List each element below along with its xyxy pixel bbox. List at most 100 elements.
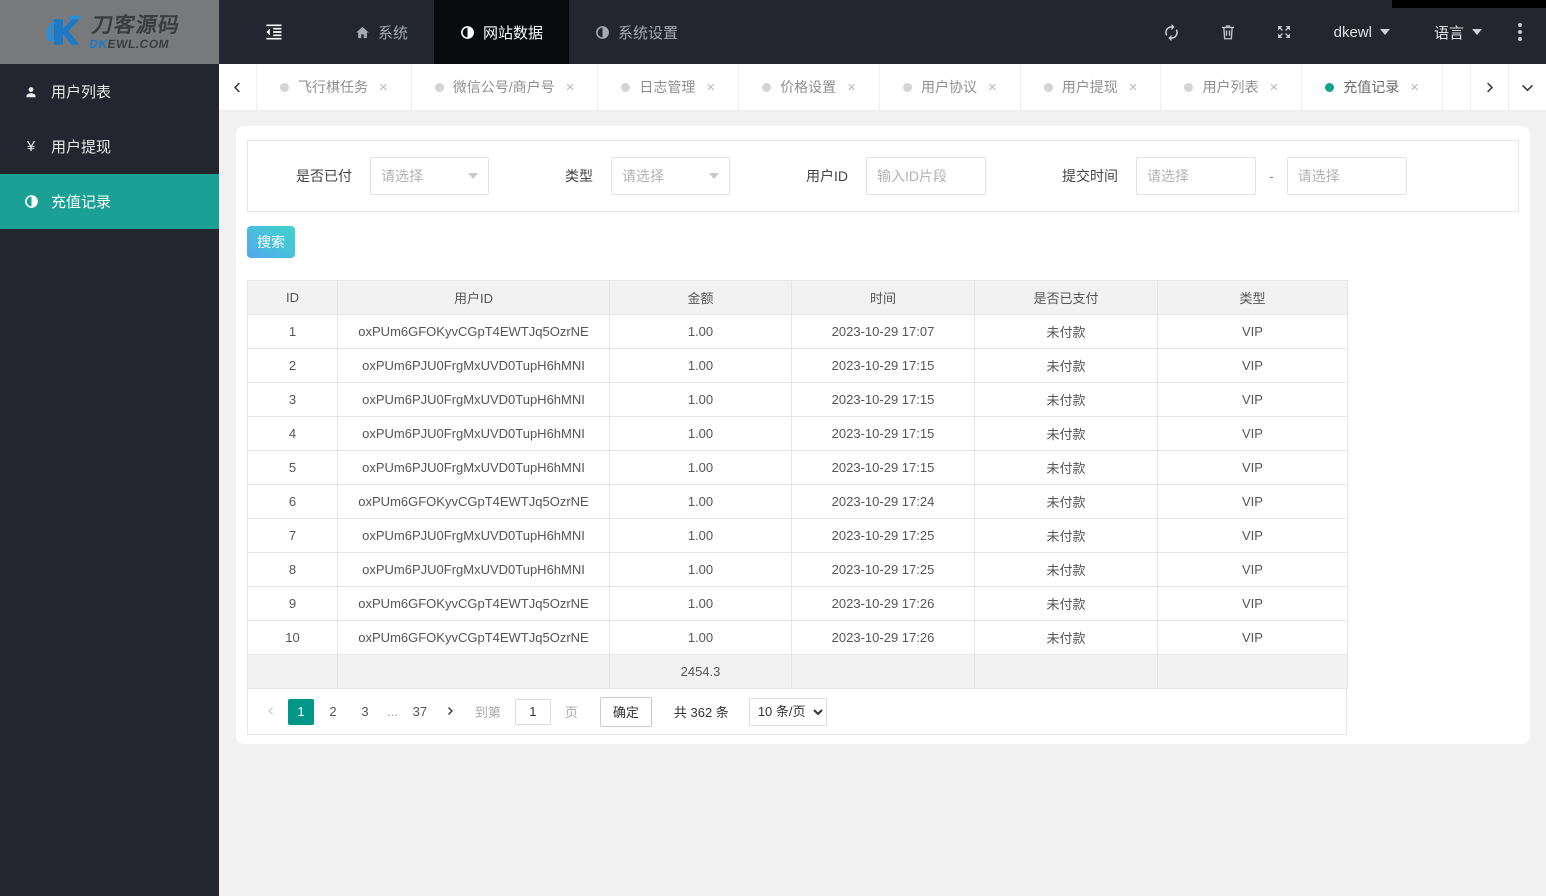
page-number-2[interactable]: 2	[320, 699, 346, 725]
more-options-icon[interactable]	[1504, 23, 1532, 41]
tab-日志管理[interactable]: 日志管理 ×	[598, 64, 740, 110]
sidebar-item-label: 用户提现	[51, 139, 112, 156]
userid-filter-input[interactable]	[866, 157, 986, 195]
table-cell: 未付款	[974, 314, 1158, 349]
tab-close-icon[interactable]: ×	[1269, 79, 1278, 96]
table-cell: VIP	[1157, 552, 1348, 587]
tab-用户协议[interactable]: 用户协议 ×	[880, 64, 1021, 110]
time-from-input[interactable]	[1136, 157, 1256, 195]
chevron-down-icon	[1379, 29, 1390, 35]
tab-label: 用户协议	[920, 79, 977, 95]
filter-type-group: 类型 请选择	[565, 157, 730, 195]
tab-label: 充值记录	[1343, 79, 1400, 95]
nav-item-system[interactable]: 系统	[329, 0, 434, 64]
table-cell: 2023-10-29 17:26	[791, 620, 975, 655]
table-cell: VIP	[1157, 416, 1348, 451]
tab-充值记录[interactable]: 充值记录 ×	[1302, 64, 1444, 110]
page-unit-label: 页	[564, 705, 578, 720]
half-circle-icon	[460, 25, 475, 40]
tab-status-dot	[621, 82, 631, 92]
nav-item-system-settings[interactable]: 系统设置	[569, 0, 704, 64]
table-header-row: ID 用户ID 金额 时间 是否已支付 类型	[247, 280, 1348, 315]
page-number-37[interactable]: 37	[407, 699, 433, 725]
sidebar-item-user-list[interactable]: 用户列表	[0, 64, 219, 119]
table-cell: oxPUm6PJU0FrgMxUVD0TupH6hMNI	[337, 450, 610, 485]
tab-status-dot	[1184, 82, 1194, 92]
table-cell: 1.00	[609, 416, 792, 451]
type-filter-select[interactable]: 请选择	[611, 157, 730, 195]
tab-价格设置[interactable]: 价格设置 ×	[739, 64, 880, 110]
table-cell: 1.00	[609, 620, 792, 655]
tab-label: 价格设置	[780, 79, 837, 95]
tab-close-icon[interactable]: ×	[1129, 79, 1138, 96]
tab-close-icon[interactable]: ×	[847, 79, 856, 96]
trash-icon[interactable]	[1200, 23, 1256, 41]
sidebar-item-label: 用户列表	[51, 84, 112, 101]
tab-label: 日志管理	[639, 79, 696, 95]
fullscreen-icon[interactable]	[1256, 23, 1312, 41]
table-cell: 5	[247, 450, 338, 485]
tab-用户提现[interactable]: 用户提现 ×	[1021, 64, 1162, 110]
tabs-menu-icon[interactable]	[1508, 64, 1546, 110]
page-number-3[interactable]: 3	[352, 699, 378, 725]
tab-微信公号/商户号[interactable]: 微信公号/商户号 ×	[412, 64, 599, 110]
yen-icon: ¥	[26, 138, 36, 155]
table-cell: 1.00	[609, 552, 792, 587]
nav-item-label: 网站数据	[483, 24, 544, 42]
search-button[interactable]: 搜索	[247, 226, 295, 258]
refresh-icon[interactable]	[1144, 23, 1200, 42]
table-cell: 2023-10-29 17:26	[791, 586, 975, 621]
table-row: 2 oxPUm6PJU0FrgMxUVD0TupH6hMNI 1.00 2023-10…	[247, 348, 1348, 383]
confirm-page-button[interactable]: 确定	[599, 696, 652, 727]
tab-close-icon[interactable]: ×	[379, 79, 388, 96]
tab-close-icon[interactable]: ×	[566, 79, 575, 96]
paid-filter-select[interactable]: 请选择	[370, 157, 489, 195]
time-to-input[interactable]	[1286, 157, 1407, 195]
time-filter-label: 提交时间	[1062, 168, 1118, 184]
filter-time-group: 提交时间 -	[1062, 157, 1407, 195]
page-number-list: 1 2 3... 37	[288, 698, 433, 725]
page-number-1[interactable]: 1	[288, 698, 314, 725]
tab-status-dot	[902, 82, 912, 92]
table-cell: 未付款	[974, 450, 1158, 485]
col-header-userid: 用户ID	[337, 280, 610, 315]
table-row: 1 oxPUm6GFOKyvCGpT4EWTJq5OzrNE 1.00 2023-10…	[247, 314, 1348, 349]
tabs-scroll-right-icon[interactable]	[1470, 64, 1508, 110]
tabs-scroll-left-icon[interactable]	[219, 64, 257, 110]
nav-item-label: 系统设置	[618, 24, 679, 42]
tab-飞行棋任务[interactable]: 飞行棋任务 ×	[257, 64, 412, 110]
table-cell: 1.00	[609, 348, 792, 383]
chevron-down-icon	[1472, 29, 1482, 35]
top-right-strip	[1392, 0, 1546, 8]
page-size-select[interactable]: 10 条/页	[748, 697, 827, 726]
language-menu[interactable]: 语言	[1412, 22, 1504, 43]
tab-close-icon[interactable]: ×	[1410, 79, 1419, 96]
tab-status-dot	[1043, 82, 1053, 92]
table-row: 5 oxPUm6PJU0FrgMxUVD0TupH6hMNI 1.00 2023-10…	[247, 450, 1348, 485]
nav-item-site-data[interactable]: 网站数据	[434, 0, 570, 64]
table-row: 10 oxPUm6GFOKyvCGpT4EWTJq5OzrNE 1.00 2023-1…	[247, 620, 1348, 655]
tab-label: 微信公号/商户号	[452, 79, 555, 95]
table-cell: 未付款	[974, 382, 1158, 417]
tab-close-icon[interactable]: ×	[988, 79, 997, 96]
next-page-icon[interactable]	[439, 704, 461, 720]
sidebar-collapse-icon[interactable]	[219, 0, 329, 64]
table-cell: oxPUm6PJU0FrgMxUVD0TupH6hMNI	[337, 552, 610, 587]
tab-label: 飞行棋任务	[298, 79, 368, 95]
table-cell: 3	[247, 382, 338, 417]
tab-close-icon[interactable]: ×	[706, 79, 715, 96]
range-separator: -	[1269, 168, 1274, 184]
table-cell: 2023-10-29 17:15	[791, 450, 975, 485]
table-cell: 1.00	[609, 450, 792, 485]
table-cell: 未付款	[974, 552, 1158, 587]
chevron-down-icon	[709, 173, 719, 179]
user-menu[interactable]: dkewl	[1312, 24, 1412, 41]
prev-page-icon[interactable]	[260, 704, 282, 720]
sidebar: 用户列表 ¥ 用户提现 充值记录	[0, 64, 219, 896]
half-circle-icon	[22, 194, 40, 209]
tab-用户列表[interactable]: 用户列表 ×	[1161, 64, 1303, 110]
sidebar-item-user-withdraw[interactable]: ¥ 用户提现	[0, 119, 219, 174]
sidebar-item-recharge-records[interactable]: 充值记录	[0, 174, 219, 229]
table-cell: VIP	[1157, 314, 1348, 349]
goto-page-input[interactable]	[514, 698, 551, 725]
